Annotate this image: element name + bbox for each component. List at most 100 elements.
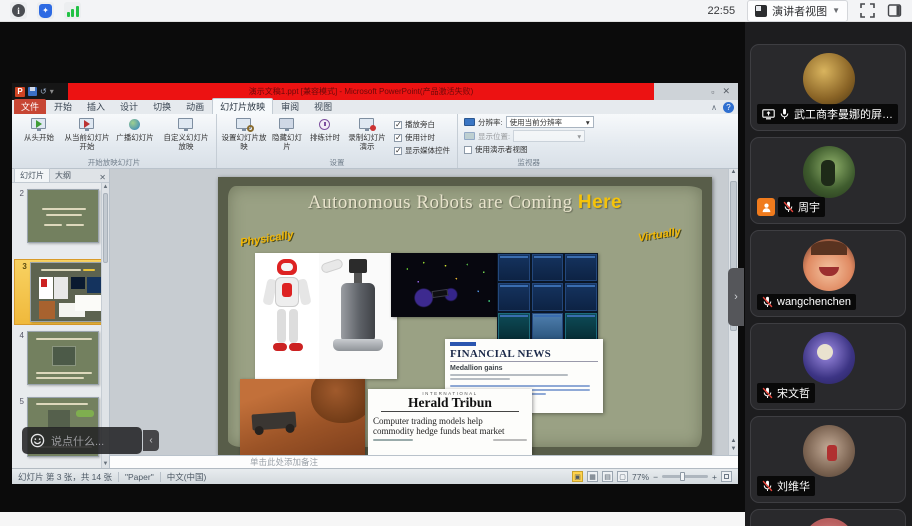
group-label-setup: 设置 — [217, 157, 457, 168]
zoom-in-icon[interactable]: + — [712, 472, 717, 482]
setup-slideshow-button[interactable]: 设置幻灯片放映 — [221, 116, 267, 159]
tab-animations[interactable]: 动画 — [179, 99, 211, 114]
participant-tile-1[interactable]: 武工商李曼娜的屏… — [750, 44, 906, 131]
mars-rover-image — [240, 379, 365, 455]
close-icon[interactable]: ✕ — [722, 86, 730, 97]
reading-view-button[interactable]: ▤ — [602, 471, 613, 482]
qat-dropdown-icon[interactable]: ▾ — [50, 88, 54, 96]
meeting-info-button[interactable]: i — [10, 2, 27, 19]
financial-news-logo — [450, 342, 476, 346]
presenter-view-checkbox[interactable]: 使用演示者视图 — [464, 144, 594, 155]
fit-to-window-button[interactable] — [721, 471, 732, 482]
zoom-slider-knob[interactable] — [680, 472, 685, 481]
notes-pane[interactable]: 单击此处添加备注 — [110, 455, 738, 468]
panel-tabs: 幻灯片 大纲 ✕ — [12, 169, 109, 183]
show-on-dropdown[interactable]: ▾ — [513, 130, 585, 142]
mic-muted-icon — [762, 480, 773, 492]
slide-thumbnail-2[interactable]: 2 — [14, 189, 99, 243]
chevron-down-icon: ▼ — [832, 6, 840, 15]
chat-quick-input[interactable]: 说点什么... — [22, 427, 142, 454]
rehearse-timings-button[interactable]: 排练计时 — [307, 116, 343, 159]
slide-thumbnail-4[interactable]: 4 — [14, 331, 99, 385]
sidebar-collapse-handle[interactable]: › — [728, 268, 744, 326]
participant-name: 宋文哲 — [777, 385, 810, 401]
financial-news-headline: Medallion gains — [450, 365, 598, 372]
tab-home[interactable]: 开始 — [47, 99, 79, 114]
participant-tile-5[interactable]: 刘维华 — [750, 416, 906, 503]
view-mode-button[interactable]: 演讲者视图 ▼ — [747, 0, 848, 22]
ribbon-group-setup: 设置幻灯片放映 隐藏幻灯片 排练计时 录制幻灯片演示 播放旁白 使用计时 显示媒… — [217, 114, 458, 168]
participant-name: 周宇 — [798, 199, 820, 215]
zoom-slider[interactable] — [662, 475, 708, 478]
slide-sorter-view-button[interactable]: ▦ — [587, 471, 598, 482]
from-beginning-button[interactable]: 从头开始 — [16, 116, 62, 159]
network-quality-button[interactable] — [64, 2, 81, 19]
participant-tile-4[interactable]: 宋文哲 — [750, 323, 906, 410]
outline-tab[interactable]: 大纲 — [50, 169, 76, 182]
trading-screens-image — [497, 253, 598, 341]
chevron-down-icon: ▾ — [586, 118, 590, 127]
tab-file[interactable]: 文件 — [14, 99, 46, 114]
hide-slide-button[interactable]: 隐藏幻灯片 — [269, 116, 305, 159]
normal-view-button[interactable]: ▣ — [572, 471, 583, 482]
checkbox-checked-icon — [394, 134, 402, 142]
scroll-up-icon[interactable]: ▲ — [102, 184, 109, 190]
use-timings-checkbox[interactable]: 使用计时 — [394, 132, 450, 143]
fullscreen-icon — [860, 3, 875, 18]
chevron-down-icon: ▾ — [577, 132, 581, 141]
from-current-slide-button[interactable]: 从当前幻灯片开始 — [64, 116, 110, 159]
time-display: 22:55 — [708, 5, 736, 17]
zoom-out-icon[interactable]: − — [653, 472, 658, 482]
slides-tab[interactable]: 幻灯片 — [14, 168, 50, 182]
screen-share-icon — [762, 109, 775, 120]
participant-tile-2[interactable]: 周宇 — [750, 137, 906, 224]
scroll-down-icon[interactable]: ▼ — [102, 461, 109, 467]
tab-review[interactable]: 审阅 — [274, 99, 306, 114]
herald-tribune-masthead: Herald Tribun — [373, 396, 527, 410]
participant-tile-3[interactable]: wangchenchen — [750, 230, 906, 317]
sidebar-toggle-button[interactable] — [887, 3, 902, 18]
chat-collapse-button[interactable]: ‹ — [143, 430, 159, 451]
window-controls: ▫ ✕ — [654, 83, 738, 100]
slide-canvas[interactable]: Autonomous Robots are Coming Here Physic… — [218, 177, 712, 455]
scroll-up-icon[interactable]: ▲ — [731, 169, 737, 175]
lidar-pointcloud-image — [391, 253, 500, 317]
mic-on-icon — [779, 108, 790, 120]
collapse-ribbon-icon[interactable]: ∧ — [711, 103, 717, 112]
tab-transitions[interactable]: 切换 — [146, 99, 178, 114]
save-icon[interactable] — [28, 87, 37, 96]
tab-insert[interactable]: 插入 — [80, 99, 112, 114]
meeting-toolbar: i ✦ 22:55 演讲者视图 ▼ — [0, 0, 912, 22]
mic-muted-icon — [762, 296, 773, 308]
ribbon: ∧ ? 从头开始 从当前幻灯片开始 广播幻灯片 自定义幻灯片放映 开始放映幻灯片… — [12, 114, 738, 169]
help-icon[interactable]: ? — [723, 102, 734, 113]
record-slideshow-button[interactable]: 录制幻灯片演示 — [345, 116, 389, 159]
emoji-icon — [30, 433, 45, 448]
restore-icon[interactable]: ▫ — [711, 87, 714, 97]
custom-slideshow-button[interactable]: 自定义幻灯片放映 — [160, 116, 212, 159]
tab-slideshow[interactable]: 幻灯片放映 — [212, 98, 273, 114]
meeting-app-window: i ✦ 22:55 演讲者视图 ▼ P — [0, 0, 912, 526]
mic-muted-icon — [783, 201, 794, 213]
participant-tile-6-partial[interactable] — [750, 509, 906, 526]
avatar — [803, 425, 855, 477]
close-panel-icon[interactable]: ✕ — [99, 173, 106, 182]
show-media-controls-checkbox[interactable]: 显示媒体控件 — [394, 145, 450, 156]
thumbnail-scrollbar[interactable]: ▲ ▼ — [101, 183, 109, 468]
resolution-dropdown[interactable]: 使用当前分辨率▾ — [506, 116, 594, 128]
slideshow-view-button[interactable]: ▢ — [617, 471, 628, 482]
fullscreen-button[interactable] — [860, 3, 875, 18]
broadcast-slideshow-button[interactable]: 广播幻灯片 — [112, 116, 158, 159]
security-button[interactable]: ✦ — [37, 2, 54, 19]
ribbon-tab-strip: 文件 开始 插入 设计 切换 动画 幻灯片放映 审阅 视图 — [12, 100, 738, 114]
play-narrations-checkbox[interactable]: 播放旁白 — [394, 119, 450, 130]
tab-design[interactable]: 设计 — [113, 99, 145, 114]
slide-thumbnail-3-selected[interactable]: 3 — [14, 259, 108, 325]
window-bottom-edge — [0, 512, 745, 526]
undo-icon[interactable]: ↺ — [40, 88, 47, 96]
tab-view[interactable]: 视图 — [307, 99, 339, 114]
ribbon-group-monitors: 分辨率: 使用当前分辨率▾ 显示位置: ▾ 使用演示者视图 监视器 — [458, 114, 600, 168]
language-indicator[interactable]: 中文(中国) — [167, 471, 207, 483]
checkbox-checked-icon — [394, 147, 402, 155]
previous-next-slide-buttons[interactable]: ▲▼ — [729, 438, 738, 454]
